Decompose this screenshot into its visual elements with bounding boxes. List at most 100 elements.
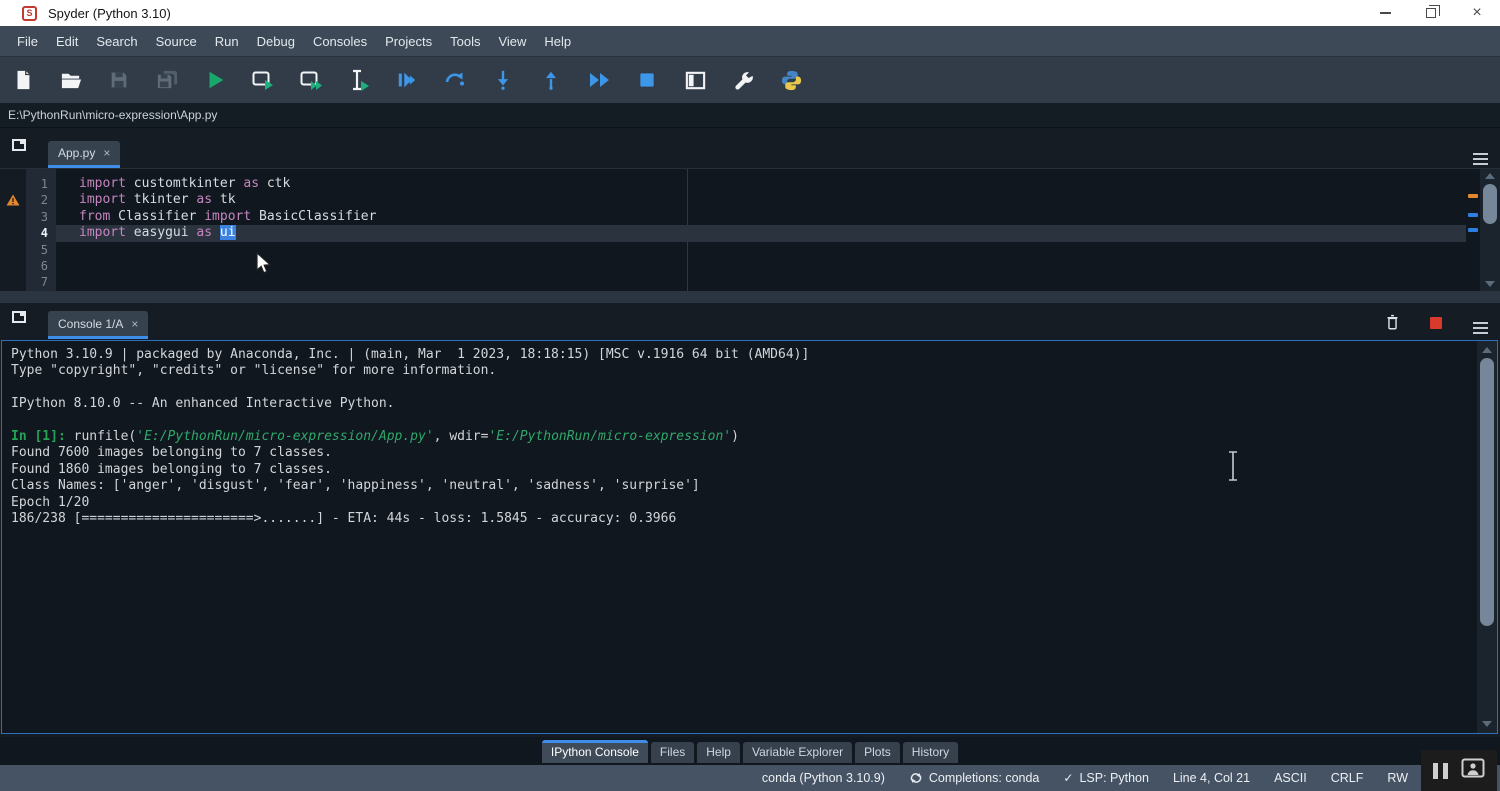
- menu-projects[interactable]: Projects: [376, 26, 441, 57]
- editor-tab-apppy[interactable]: App.py ×: [48, 141, 120, 168]
- run-selection-button[interactable]: [343, 62, 375, 98]
- console-text: IPython 8.10.0 -- An enhanced Interactiv…: [11, 396, 395, 411]
- step-into-button[interactable]: [487, 62, 519, 98]
- close-console-icon[interactable]: ×: [131, 317, 138, 331]
- console-scrollbar[interactable]: [1477, 341, 1497, 733]
- warning-flag[interactable]: [1468, 194, 1478, 198]
- run-cell-advance-button[interactable]: [295, 62, 327, 98]
- code-token: as: [236, 176, 267, 191]
- completions-icon: [909, 771, 923, 786]
- panel-tab-history[interactable]: History: [903, 742, 958, 763]
- maximize-pane-button[interactable]: [679, 62, 711, 98]
- menu-run[interactable]: Run: [206, 26, 248, 57]
- step-return-icon: [540, 69, 562, 91]
- scroll-down-icon[interactable]: [1485, 281, 1495, 287]
- editor-options-button[interactable]: [1468, 142, 1492, 166]
- pause-button[interactable]: [1433, 763, 1448, 779]
- preferences-button[interactable]: [727, 62, 759, 98]
- step-return-button[interactable]: [535, 62, 567, 98]
- editor-tab-label: App.py: [58, 146, 95, 160]
- menu-view[interactable]: View: [489, 26, 535, 57]
- scroll-up-icon[interactable]: [1485, 173, 1495, 179]
- console-scrollbar-thumb[interactable]: [1480, 358, 1494, 626]
- marker-flag[interactable]: [1468, 213, 1478, 217]
- code-token: import: [79, 225, 134, 240]
- console-text: Epoch 1/20: [11, 495, 89, 510]
- console-options-button[interactable]: [1468, 311, 1492, 335]
- console-line: Python 3.10.9 | packaged by Anaconda, In…: [11, 347, 1477, 363]
- menu-tools[interactable]: Tools: [441, 26, 489, 57]
- menu-file[interactable]: File: [8, 26, 47, 57]
- new-file-button[interactable]: [7, 62, 39, 98]
- close-button[interactable]: ×: [1454, 0, 1500, 26]
- scroll-up-icon[interactable]: [1482, 347, 1492, 353]
- remove-console-button[interactable]: [1380, 310, 1404, 334]
- run-file-button[interactable]: [199, 62, 231, 98]
- interrupt-kernel-button[interactable]: [1424, 311, 1448, 335]
- code-token: customtkinter: [134, 176, 236, 191]
- file-path: E:\PythonRun\micro-expression\App.py: [0, 108, 217, 122]
- code-editor[interactable]: 1234567 import customtkinter as ctkimpor…: [0, 168, 1500, 291]
- panel-tab-variable-explorer[interactable]: Variable Explorer: [743, 742, 852, 763]
- run-current-line-button[interactable]: [439, 62, 471, 98]
- menu-source[interactable]: Source: [147, 26, 206, 57]
- code-token: from: [79, 209, 118, 224]
- editor-flag-column: [1466, 169, 1480, 291]
- debug-file-button[interactable]: [391, 62, 423, 98]
- run-file-icon: [204, 69, 226, 91]
- code-token: import: [79, 176, 134, 191]
- status-crlf: CRLF: [1331, 771, 1364, 785]
- code-line: import easygui as ui: [56, 225, 1466, 241]
- continue-button[interactable]: [583, 62, 615, 98]
- editor-scrollbar[interactable]: [1480, 169, 1500, 291]
- open-file-button[interactable]: [55, 62, 87, 98]
- open-file-icon: [60, 69, 83, 92]
- preferences-icon: [732, 69, 755, 92]
- marker-flag[interactable]: [1468, 228, 1478, 232]
- pane-splitter[interactable]: [0, 291, 1500, 303]
- minimize-button[interactable]: [1362, 0, 1408, 26]
- run-cell-advance-icon: [299, 68, 323, 92]
- run-cell-button[interactable]: [247, 62, 279, 98]
- pause-icon: [1433, 763, 1448, 779]
- run-selection-icon: [347, 68, 371, 92]
- picture-in-picture-button[interactable]: [1461, 758, 1485, 783]
- panel-tab-plots[interactable]: Plots: [855, 742, 900, 763]
- code-line: [56, 274, 1466, 290]
- selected-text: ui: [220, 225, 236, 240]
- line-number: 5: [26, 242, 56, 258]
- code-line: import customtkinter as ctk: [56, 176, 1466, 192]
- python-environment-button[interactable]: [775, 62, 807, 98]
- restore-button[interactable]: [1408, 0, 1454, 26]
- menu-help[interactable]: Help: [535, 26, 580, 57]
- console-line: 186/238 [======================>.......]…: [11, 511, 1477, 527]
- stop-button[interactable]: [631, 62, 663, 98]
- scroll-down-icon[interactable]: [1482, 721, 1492, 727]
- console-line: In [1]: runfile('E:/PythonRun/micro-expr…: [11, 429, 1477, 445]
- panel-tab-ipython-console[interactable]: IPython Console: [542, 740, 648, 763]
- spyder-window: S Spyder (Python 3.10) × FileEditSearchS…: [0, 0, 1500, 791]
- check-icon: ✓: [1063, 771, 1073, 785]
- editor-scrollbar-thumb[interactable]: [1483, 184, 1497, 224]
- save-all-button[interactable]: [151, 62, 183, 98]
- panel-tab-help[interactable]: Help: [697, 742, 740, 763]
- close-tab-icon[interactable]: ×: [103, 146, 110, 160]
- title-bar: S Spyder (Python 3.10) ×: [0, 0, 1500, 26]
- menu-bar: FileEditSearchSourceRunDebugConsolesProj…: [0, 26, 1500, 57]
- menu-search[interactable]: Search: [87, 26, 146, 57]
- browse-tabs-icon: [12, 139, 26, 151]
- save-button[interactable]: [103, 62, 135, 98]
- code-token: tkinter: [134, 192, 189, 207]
- console-line: Class Names: ['anger', 'disgust', 'fear'…: [11, 478, 1477, 494]
- ipython-console[interactable]: Python 3.10.9 | packaged by Anaconda, In…: [1, 340, 1498, 734]
- browse-tabs-button[interactable]: [12, 139, 34, 157]
- menu-consoles[interactable]: Consoles: [304, 26, 376, 57]
- console-tab[interactable]: Console 1/A ×: [48, 311, 148, 339]
- console-browse-tabs-button[interactable]: [12, 311, 34, 329]
- console-output[interactable]: Python 3.10.9 | packaged by Anaconda, In…: [2, 341, 1477, 733]
- menu-debug[interactable]: Debug: [248, 26, 304, 57]
- line-number: 3: [26, 209, 56, 225]
- panel-tab-files[interactable]: Files: [651, 742, 694, 763]
- console-line: [11, 413, 1477, 429]
- menu-edit[interactable]: Edit: [47, 26, 87, 57]
